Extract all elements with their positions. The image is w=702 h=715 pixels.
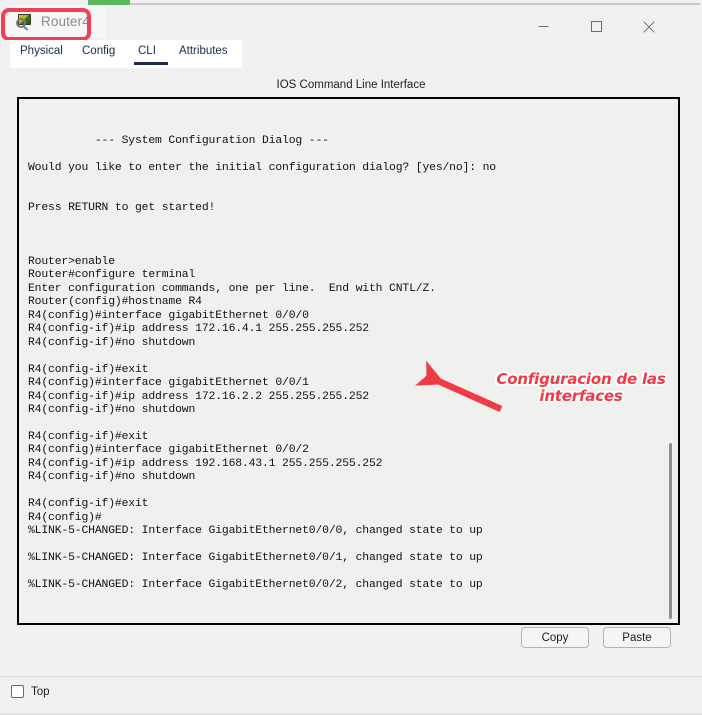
tab-strip: Physical Config CLI Attributes (0, 40, 702, 68)
terminal-scrollbar-thumb[interactable] (669, 443, 672, 619)
top-checkbox-row[interactable]: Top (11, 685, 50, 698)
tab-attributes[interactable]: Attributes (178, 45, 229, 57)
panel-title: IOS Command Line Interface (276, 79, 426, 91)
tab-physical[interactable]: Physical (19, 45, 64, 57)
top-checkbox[interactable] (11, 685, 24, 698)
router-cli-window: Router4 Physical Config CLI Attributes I… (0, 0, 702, 715)
minimize-icon (538, 26, 548, 27)
tab-cli[interactable]: CLI (137, 45, 157, 57)
copy-button[interactable]: Copy (521, 627, 589, 648)
router-magnifier-icon (16, 13, 33, 31)
close-button[interactable] (626, 10, 672, 43)
title-bar: Router4 (0, 5, 702, 43)
top-checkbox-label: Top (31, 685, 50, 698)
terminal-scrollbar[interactable] (663, 99, 678, 623)
maximize-button[interactable] (573, 10, 619, 43)
window-tab-router4[interactable]: Router4 (6, 5, 106, 38)
cli-terminal-output: --- System Configuration Dialog --- Woul… (28, 134, 496, 591)
close-icon (643, 20, 655, 33)
minimize-button[interactable] (520, 10, 566, 43)
cli-terminal[interactable]: --- System Configuration Dialog --- Woul… (17, 97, 680, 625)
tab-config[interactable]: Config (81, 45, 116, 57)
maximize-icon (590, 21, 602, 32)
bottom-bar: Top (0, 677, 702, 715)
active-tab-indicator (134, 62, 168, 65)
paste-button[interactable]: Paste (603, 627, 671, 648)
window-title: Router4 (41, 14, 90, 29)
